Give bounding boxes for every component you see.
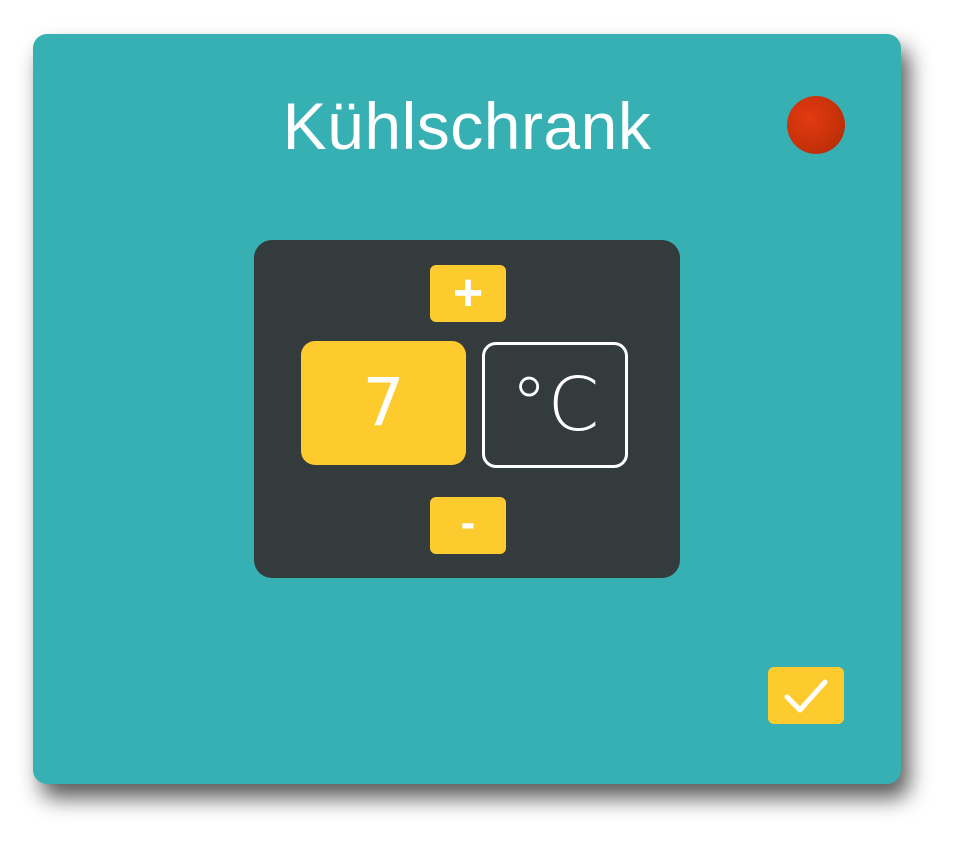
temperature-value: 7 xyxy=(301,341,466,465)
increase-temperature-button[interactable]: + xyxy=(430,265,506,322)
page-title: Kühlschrank xyxy=(282,89,652,163)
temperature-panel: + 7 °C - xyxy=(254,240,680,578)
checkmark-icon xyxy=(784,679,828,713)
status-indicator xyxy=(787,96,845,154)
confirm-button[interactable] xyxy=(768,667,844,724)
decrease-temperature-button[interactable]: - xyxy=(430,497,506,554)
fridge-card: Kühlschrank + 7 °C - xyxy=(33,34,901,784)
temperature-unit: °C xyxy=(482,342,628,468)
stage: Kühlschrank + 7 °C - xyxy=(0,0,968,851)
